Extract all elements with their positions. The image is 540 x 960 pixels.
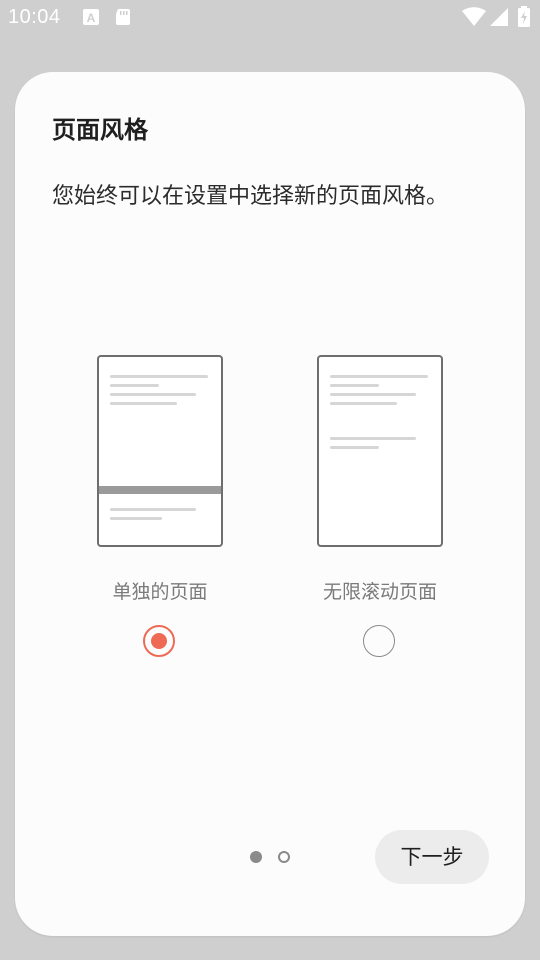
sd-card-icon (114, 8, 132, 30)
battery-charging-icon (517, 6, 531, 32)
option-infinite-scroll[interactable]: 无限滚动页面 (315, 355, 445, 657)
page-indicator-dot-active (250, 851, 262, 863)
wifi-icon (462, 7, 486, 31)
status-bar: 10:04 A (0, 0, 540, 36)
option-single-page-label: 单独的页面 (112, 581, 208, 603)
card-title: 页面风格 (52, 116, 148, 144)
option-infinite-scroll-label: 无限滚动页面 (322, 581, 437, 603)
option-single-page[interactable]: 单独的页面 (95, 355, 225, 657)
screen: 10:04 A 页面风格 您始终可以在设置中选择新的页面风格。 单独的页面 无限… (0, 0, 540, 960)
page-indicator-dot-inactive (278, 851, 290, 863)
card-description: 您始终可以在设置中选择新的页面风格。 (52, 184, 449, 209)
radio-selected-dot (151, 633, 167, 649)
single-page-icon (97, 355, 223, 547)
svg-text:A: A (87, 11, 96, 25)
infinite-scroll-page-icon (317, 355, 443, 547)
page-style-card: 页面风格 您始终可以在设置中选择新的页面风格。 单独的页面 无限滚动页面 下一步 (15, 72, 525, 936)
status-time: 10:04 (8, 6, 61, 28)
next-button[interactable]: 下一步 (375, 830, 489, 884)
radio-infinite-scroll[interactable] (363, 625, 395, 657)
font-a-icon: A (82, 8, 100, 30)
signal-icon (489, 7, 509, 31)
radio-single-page[interactable] (143, 625, 175, 657)
